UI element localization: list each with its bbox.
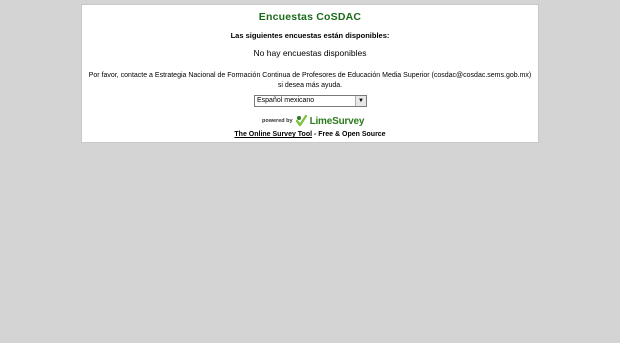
- survey-list-panel: Encuestas CoSDAC Las siguientes encuesta…: [81, 4, 539, 143]
- available-surveys-heading: Las siguientes encuestas están disponibl…: [230, 31, 390, 40]
- chevron-down-icon: ▼: [355, 96, 366, 106]
- page-title: Encuestas CoSDAC: [258, 11, 362, 23]
- language-select-value: Español mexicano: [257, 97, 315, 104]
- limesurvey-logo-icon: [295, 115, 307, 127]
- limesurvey-logo-text: LimeSurvey: [309, 115, 365, 127]
- no-surveys-message: No hay encuestas disponibles: [253, 48, 367, 58]
- online-survey-tool-link[interactable]: The Online Survey Tool: [234, 131, 312, 138]
- footer: The Online Survey Tool - Free & Open Sou…: [82, 131, 538, 138]
- language-select[interactable]: Español mexicano ▼: [254, 95, 367, 107]
- powered-by-limesurvey[interactable]: powered by LimeSurvey: [262, 114, 364, 128]
- footer-suffix: - Free & Open Source: [312, 131, 386, 138]
- contact-message: Por favor, contacte a Estrategia Naciona…: [88, 72, 532, 89]
- powered-by-label: powered by: [262, 118, 293, 124]
